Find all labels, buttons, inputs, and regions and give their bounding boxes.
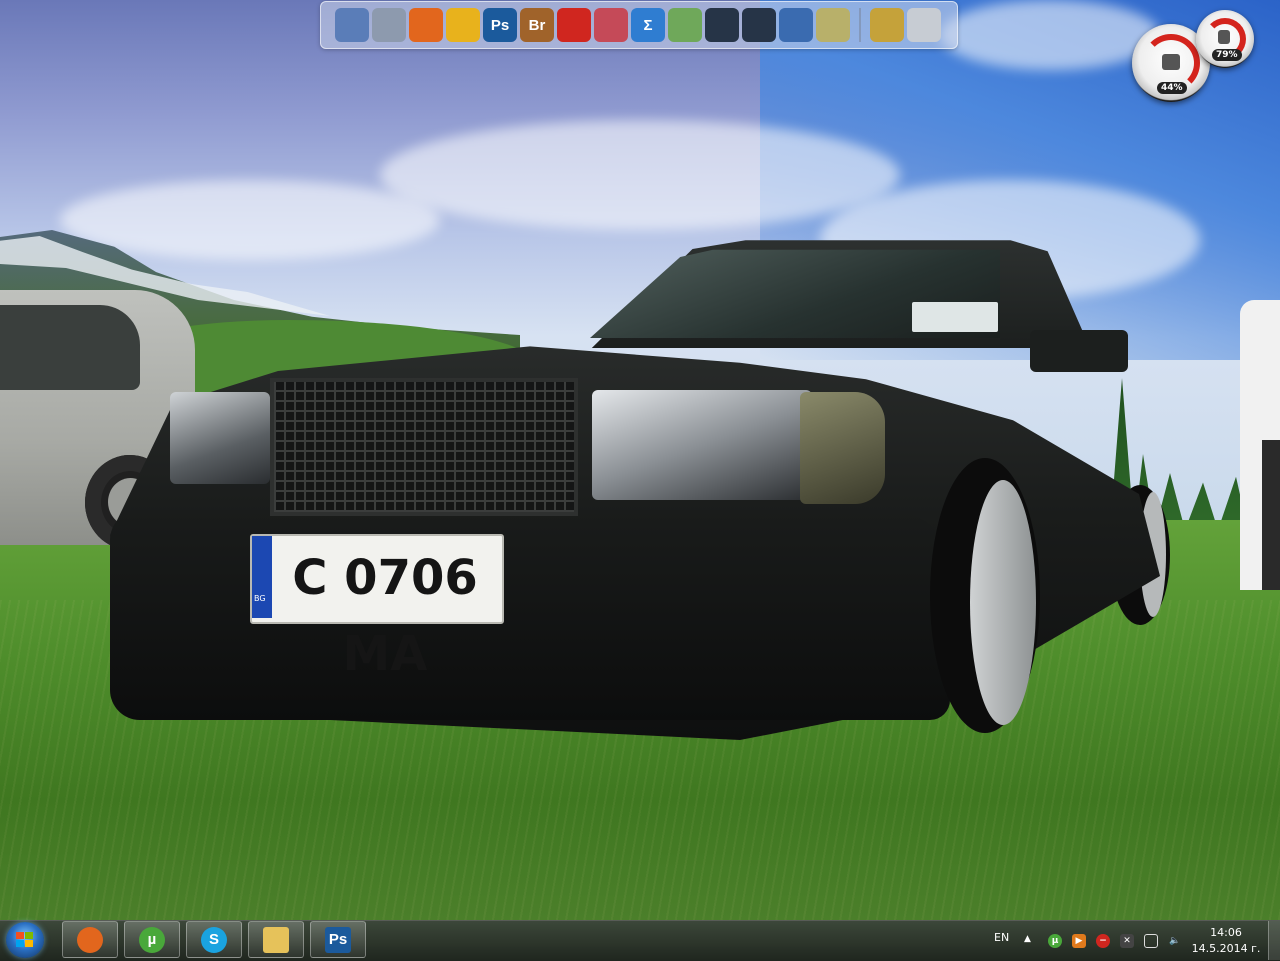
show-desktop-button[interactable] <box>1268 921 1280 960</box>
desktop-wallpaper: BG C 0706 MA <box>0 0 1280 920</box>
right-headlight <box>592 390 812 500</box>
blocked-tray-icon[interactable]: − <box>1096 934 1110 948</box>
photoshop-taskbar-button[interactable]: Ps <box>310 921 366 958</box>
front-bumper <box>110 510 950 720</box>
cpu-usage-label: 44% <box>1157 82 1187 94</box>
utorrent-icon: µ <box>139 926 165 953</box>
app-b1-icon[interactable] <box>705 8 739 42</box>
license-plate-number: C 0706 MA <box>292 550 478 682</box>
cpu-gauge-center <box>1162 54 1180 70</box>
clock-time[interactable]: 14:06 <box>1196 926 1256 939</box>
computer-icon[interactable] <box>335 8 369 42</box>
plate-country-code: BG <box>254 594 266 603</box>
utorrent-tray-icon[interactable]: µ <box>1048 934 1062 948</box>
tools-icon[interactable] <box>870 8 904 42</box>
cloud <box>940 0 1160 70</box>
skype-taskbar-button[interactable]: S <box>186 921 242 958</box>
license-plate-country-strip: BG <box>252 536 272 618</box>
right-indicator <box>800 392 885 504</box>
folders-icon[interactable] <box>372 8 406 42</box>
bridge-icon[interactable]: Br <box>520 8 554 42</box>
folder-icon <box>263 926 289 953</box>
firefox-taskbar-button[interactable] <box>62 921 118 958</box>
side-mirror <box>1030 330 1128 372</box>
firefox-icon <box>77 926 103 953</box>
memory-usage-label: 79% <box>1212 49 1242 61</box>
cloud <box>60 180 440 260</box>
maps-icon[interactable] <box>668 8 702 42</box>
acrobat-icon[interactable] <box>557 8 591 42</box>
memory-gauge-center <box>1218 30 1230 44</box>
show-hidden-icons-button[interactable]: ▲ <box>1024 934 1031 944</box>
explorer-taskbar-button[interactable] <box>248 921 304 958</box>
front-grille <box>270 378 578 516</box>
photoshop-icon[interactable]: Ps <box>483 8 517 42</box>
left-headlight <box>170 392 270 484</box>
skype-icon: S <box>201 926 227 953</box>
webcam-icon[interactable] <box>779 8 813 42</box>
person-legs <box>1262 440 1280 590</box>
language-indicator[interactable]: EN <box>994 931 1009 944</box>
firefox-icon[interactable] <box>409 8 443 42</box>
windows-logo-icon <box>16 932 34 948</box>
network-tray-icon[interactable] <box>1144 934 1158 948</box>
mathtype-icon[interactable] <box>594 8 628 42</box>
network-error-tray-icon[interactable]: ✕ <box>1120 934 1134 948</box>
aimp-tray-icon[interactable]: ▶ <box>1072 934 1086 948</box>
aimp-icon[interactable] <box>446 8 480 42</box>
utorrent-taskbar-button[interactable]: µ <box>124 921 180 958</box>
windshield-sticker <box>912 302 998 332</box>
silver-car-window <box>0 305 140 390</box>
photoshop-icon: Ps <box>325 926 351 953</box>
clock-date[interactable]: 14.5.2014 г. <box>1190 942 1262 955</box>
volume-tray-icon[interactable]: 🔈 <box>1168 934 1182 948</box>
front-rim <box>970 480 1036 725</box>
cloud <box>380 120 900 230</box>
app-b2-icon[interactable] <box>742 8 776 42</box>
top-dock: Ps Br Σ <box>320 1 958 49</box>
documents-icon[interactable] <box>816 8 850 42</box>
sigma-icon[interactable]: Σ <box>631 8 665 42</box>
recycle-bin-icon[interactable] <box>907 8 941 42</box>
dock-separator <box>859 8 861 42</box>
